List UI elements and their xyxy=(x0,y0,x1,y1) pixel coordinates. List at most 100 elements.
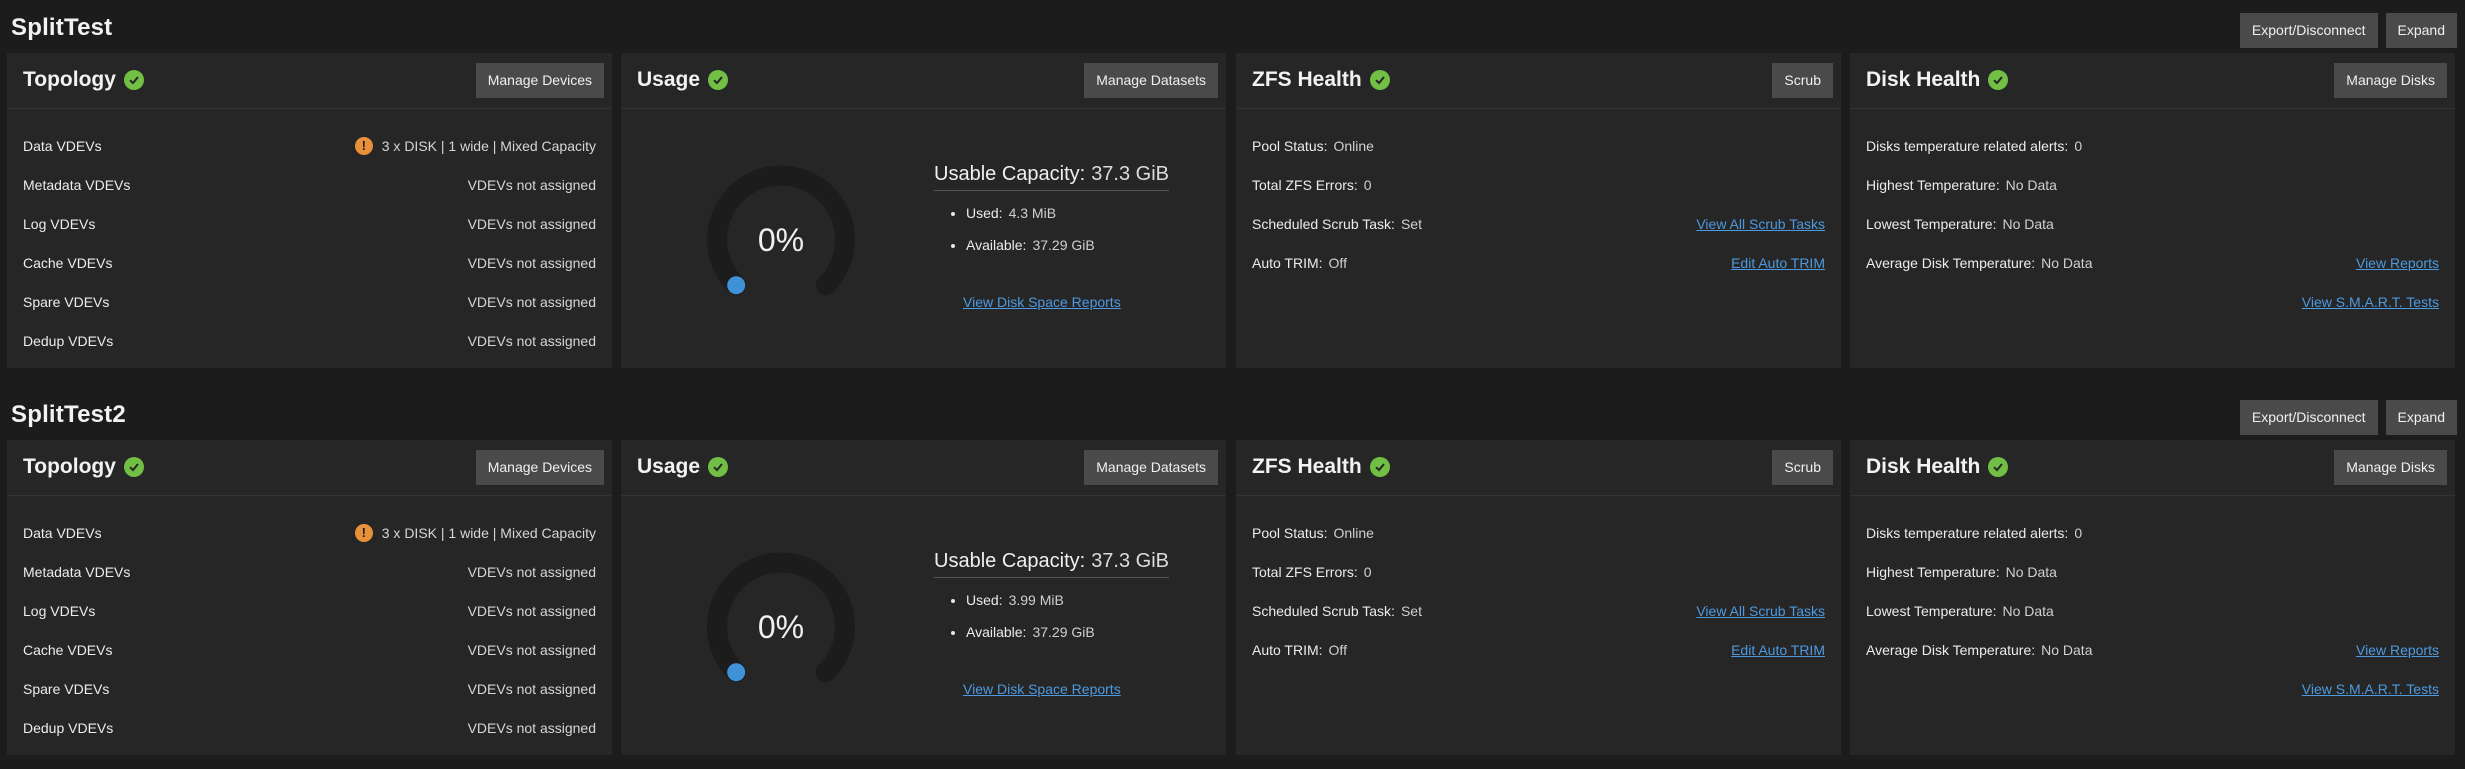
used-value: 3.99 MiB xyxy=(1008,592,1064,608)
card-title: Topology xyxy=(23,68,144,92)
temperature-alerts-row: Disks temperature related alerts: 0 xyxy=(1850,513,2455,552)
view-disk-space-reports-link[interactable]: View Disk Space Reports xyxy=(963,294,1121,310)
check-circle-icon xyxy=(1369,70,1390,90)
topology-row: Data VDEVs ! 3 x DISK | 1 wide | Mixed C… xyxy=(7,126,612,165)
row-label: Metadata VDEVs xyxy=(23,563,131,580)
usage-title: Usage xyxy=(637,455,701,478)
available-item: Available: 37.29 GiB xyxy=(966,616,1169,648)
card-header: ZFS Health Scrub xyxy=(1236,53,1841,109)
disk-health-title: Disk Health xyxy=(1866,68,1981,91)
scrub-button[interactable]: Scrub xyxy=(1772,63,1833,98)
row-value: VDEVs not assigned xyxy=(467,602,596,619)
view-disk-space-reports-link[interactable]: View Disk Space Reports xyxy=(963,681,1121,697)
check-circle-icon xyxy=(1988,457,2009,477)
scrub-task-label: Scheduled Scrub Task: xyxy=(1252,215,1395,232)
view-reports-link[interactable]: View Reports xyxy=(2356,255,2439,271)
available-value: 37.29 GiB xyxy=(1032,624,1095,640)
topology-row: Spare VDEVs VDEVs not assigned xyxy=(7,282,612,321)
topology-title: Topology xyxy=(23,68,116,91)
view-all-scrub-tasks-link[interactable]: View All Scrub Tasks xyxy=(1696,216,1825,232)
topology-row: Metadata VDEVs VDEVs not assigned xyxy=(7,552,612,591)
row-value: VDEVs not assigned xyxy=(467,719,596,736)
edit-auto-trim-link[interactable]: Edit Auto TRIM xyxy=(1731,255,1825,271)
zfs-rows: Pool Status: Online Total ZFS Errors: 0 Sc… xyxy=(1236,109,1841,282)
manage-disks-button[interactable]: Manage Disks xyxy=(2334,450,2447,485)
card-title: Usage xyxy=(637,455,729,479)
pool-actions: Export/Disconnect Expand xyxy=(2239,13,2457,48)
usage-list: Used: 3.99 MiB Available: 37.29 GiB xyxy=(934,584,1169,648)
zfs-health-card: ZFS Health Scrub Pool Status: Online Tota… xyxy=(1236,53,1841,368)
check-circle-icon xyxy=(1369,457,1390,477)
disk-rows: Disks temperature related alerts: 0 Highe… xyxy=(1850,496,2455,708)
export-disconnect-button[interactable]: Export/Disconnect xyxy=(2239,400,2378,435)
check-circle-icon xyxy=(708,457,729,477)
topology-card: Topology Manage Devices Data VDEVs ! 3 x… xyxy=(7,440,612,755)
usage-list: Used: 4.3 MiB Available: 37.29 GiB xyxy=(934,197,1169,261)
zfs-health-title: ZFS Health xyxy=(1252,455,1362,478)
view-smart-tests-link[interactable]: View S.M.A.R.T. Tests xyxy=(2302,294,2439,310)
pool-name: SplitTest2 xyxy=(11,401,126,428)
view-smart-tests-link[interactable]: View S.M.A.R.T. Tests xyxy=(2302,681,2439,697)
card-header: Disk Health Manage Disks xyxy=(1850,440,2455,496)
edit-auto-trim-link[interactable]: Edit Auto TRIM xyxy=(1731,642,1825,658)
disk-health-card: Disk Health Manage Disks Disks temperatu… xyxy=(1850,440,2455,755)
view-all-scrub-tasks-link[interactable]: View All Scrub Tasks xyxy=(1696,603,1825,619)
manage-devices-button[interactable]: Manage Devices xyxy=(475,63,604,98)
lowest-temperature-row: Lowest Temperature: No Data xyxy=(1850,591,2455,630)
topology-row: Metadata VDEVs VDEVs not assigned xyxy=(7,165,612,204)
scrub-task-row: Scheduled Scrub Task: Set View All Scrub … xyxy=(1236,591,1841,630)
data-vdevs-value: 3 x DISK | 1 wide | Mixed Capacity xyxy=(381,137,596,154)
expand-button[interactable]: Expand xyxy=(2385,400,2457,435)
topology-row: Data VDEVs ! 3 x DISK | 1 wide | Mixed C… xyxy=(7,513,612,552)
row-label: Data VDEVs xyxy=(23,137,102,154)
topology-row: Cache VDEVs VDEVs not assigned xyxy=(7,243,612,282)
manage-datasets-button[interactable]: Manage Datasets xyxy=(1084,63,1218,98)
zfs-errors-value: 0 xyxy=(1363,563,1372,580)
card-title: Disk Health xyxy=(1866,455,2009,479)
auto-trim-label: Auto TRIM: xyxy=(1252,641,1323,658)
pool-status-value: Online xyxy=(1333,524,1374,541)
manage-datasets-button[interactable]: Manage Datasets xyxy=(1084,450,1218,485)
card-title: ZFS Health xyxy=(1252,455,1390,479)
usage-percent: 0% xyxy=(757,608,805,645)
row-label: Cache VDEVs xyxy=(23,254,113,271)
topology-row: Dedup VDEVs VDEVs not assigned xyxy=(7,321,612,360)
scrub-task-row: Scheduled Scrub Task: Set View All Scrub … xyxy=(1236,204,1841,243)
row-label: Log VDEVs xyxy=(23,215,96,232)
check-circle-icon xyxy=(123,70,144,90)
temperature-alerts-value: 0 xyxy=(2074,524,2083,541)
scrub-button[interactable]: Scrub xyxy=(1772,450,1833,485)
available-item: Available: 37.29 GiB xyxy=(966,229,1169,261)
card-title: Usage xyxy=(637,68,729,92)
manage-disks-button[interactable]: Manage Disks xyxy=(2334,63,2447,98)
zfs-health-card: ZFS Health Scrub Pool Status: Online Tota… xyxy=(1236,440,1841,755)
temperature-alerts-label: Disks temperature related alerts: xyxy=(1866,137,2069,154)
export-disconnect-button[interactable]: Export/Disconnect xyxy=(2239,13,2378,48)
usable-capacity: Usable Capacity: 37.3 GiB xyxy=(934,163,1170,191)
highest-temperature-value: No Data xyxy=(2005,563,2057,580)
used-item: Used: 3.99 MiB xyxy=(966,584,1169,616)
used-label: Used: xyxy=(966,205,1003,221)
expand-button[interactable]: Expand xyxy=(2385,13,2457,48)
temperature-alerts-label: Disks temperature related alerts: xyxy=(1866,524,2069,541)
row-label: Log VDEVs xyxy=(23,602,96,619)
average-temperature-row: Average Disk Temperature: No Data View Re… xyxy=(1850,243,2455,282)
card-header: Topology Manage Devices xyxy=(7,53,612,109)
usable-label: Usable Capacity: xyxy=(934,163,1086,185)
row-value: VDEVs not assigned xyxy=(467,293,596,310)
pool-name: SplitTest xyxy=(11,14,113,41)
auto-trim-label: Auto TRIM: xyxy=(1252,254,1323,271)
usable-capacity: Usable Capacity: 37.3 GiB xyxy=(934,550,1170,578)
exclamation-circle-icon[interactable]: ! xyxy=(354,136,373,155)
data-vdevs-value: 3 x DISK | 1 wide | Mixed Capacity xyxy=(381,524,596,541)
manage-devices-button[interactable]: Manage Devices xyxy=(475,450,604,485)
disk-health-title: Disk Health xyxy=(1866,455,1981,478)
exclamation-circle-icon[interactable]: ! xyxy=(354,523,373,542)
row-value: ! 3 x DISK | 1 wide | Mixed Capacity xyxy=(354,136,596,155)
view-reports-link[interactable]: View Reports xyxy=(2356,642,2439,658)
average-temperature-value: No Data xyxy=(2041,254,2093,271)
row-value: VDEVs not assigned xyxy=(467,215,596,232)
row-label: Dedup VDEVs xyxy=(23,719,114,736)
zfs-errors-row: Total ZFS Errors: 0 xyxy=(1236,165,1841,204)
card-title: Disk Health xyxy=(1866,68,2009,92)
